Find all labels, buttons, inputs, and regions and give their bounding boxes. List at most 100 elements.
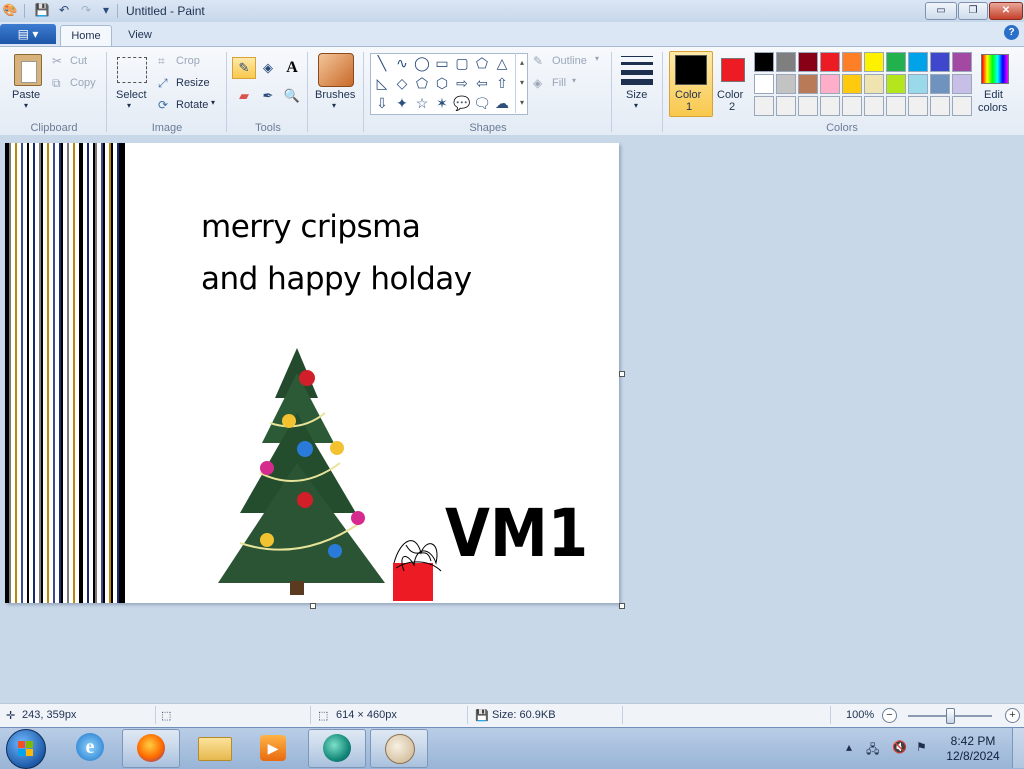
taskbar-clock[interactable]: 8:42 PM 12/8/2024 [938,734,1008,764]
taskbar-file-explorer[interactable] [186,729,242,766]
shape-option[interactable]: ✦ [392,94,412,113]
resize-handle-bottom[interactable] [310,603,316,609]
zoom-in-button[interactable]: + [1005,708,1020,723]
shape-option[interactable]: ⬠ [472,54,492,73]
outline-dropdown-icon[interactable]: ▾ [595,54,599,63]
pencil-icon[interactable]: ✎ [232,57,256,79]
palette-swatch[interactable] [952,52,972,72]
text-icon[interactable]: A [280,57,304,79]
shape-option[interactable]: 💬 [452,94,472,113]
select-icon[interactable] [117,57,147,83]
palette-swatch[interactable] [886,96,906,116]
palette-swatch[interactable] [864,74,884,94]
taskbar-app[interactable] [308,729,366,768]
edit-colors-label-2[interactable]: colors [978,102,1007,114]
select-button[interactable]: Select [116,89,147,101]
palette-swatch[interactable] [798,74,818,94]
palette-swatch[interactable] [754,96,774,116]
palette-swatch[interactable] [754,74,774,94]
shape-option[interactable]: △ [492,54,512,73]
shape-option[interactable]: ⇧ [492,74,512,93]
undo-icon[interactable]: ↶ [56,3,72,18]
brushes-icon[interactable] [318,53,354,87]
palette-swatch[interactable] [908,52,928,72]
palette-swatch[interactable] [754,52,774,72]
palette-swatch[interactable] [908,96,928,116]
color2-button[interactable] [721,58,745,82]
palette-swatch[interactable] [842,52,862,72]
zoom-out-button[interactable]: − [882,708,897,723]
copy-button[interactable]: Copy [70,77,96,89]
resize-button[interactable]: Resize [176,77,210,89]
resize-handle-corner[interactable] [619,603,625,609]
palette-swatch[interactable] [952,74,972,94]
paste-icon[interactable] [14,54,42,86]
rotate-dropdown-icon[interactable]: ▾ [211,98,215,107]
palette-swatch[interactable] [798,52,818,72]
shape-option[interactable]: ⇦ [472,74,492,93]
zoom-slider-thumb[interactable] [945,708,955,724]
palette-swatch[interactable] [842,74,862,94]
minimize-button[interactable]: ▭ [925,2,957,20]
shape-option[interactable]: ◯ [412,54,432,73]
select-dropdown-icon[interactable]: ▾ [127,101,131,110]
brushes-dropdown-icon[interactable]: ▾ [332,101,336,110]
shape-option[interactable]: ☆ [412,94,432,113]
shape-option[interactable]: ⇨ [452,74,472,93]
shape-option[interactable]: ◇ [392,74,412,93]
palette-swatch[interactable] [776,74,796,94]
palette-swatch[interactable] [886,52,906,72]
paste-button[interactable]: Paste [12,89,40,101]
palette-swatch[interactable] [820,52,840,72]
color-picker-icon[interactable]: ✒ [256,85,280,107]
shape-option[interactable]: ◺ [372,74,392,93]
fill-dropdown-icon[interactable]: ▾ [572,76,576,85]
close-button[interactable]: ✕ [989,2,1023,20]
palette-swatch[interactable] [864,52,884,72]
taskbar-internet-explorer[interactable]: e [62,729,118,766]
fill-icon[interactable]: ◈ [256,57,280,79]
palette-swatch[interactable] [820,96,840,116]
taskbar-paint[interactable] [370,729,428,768]
shape-option[interactable]: ▭ [432,54,452,73]
customize-qat-icon[interactable]: ▾ [98,3,114,18]
palette-swatch[interactable] [908,74,928,94]
fill-button[interactable]: Fill [552,77,566,89]
crop-button[interactable]: Crop [176,55,200,67]
cut-button[interactable]: Cut [70,55,87,67]
shape-option[interactable]: ⬠ [412,74,432,93]
redo-icon[interactable]: ↷ [78,3,94,18]
shape-option[interactable]: ∿ [392,54,412,73]
palette-swatch[interactable] [886,74,906,94]
maximize-button[interactable]: ❐ [958,2,988,20]
edit-colors-icon[interactable] [981,54,1009,84]
taskbar-firefox[interactable] [122,729,180,768]
tab-home[interactable]: Home [60,25,112,47]
taskbar-media-player[interactable]: ▶ [246,729,302,766]
paint-app-icon[interactable]: 🎨 [2,3,18,18]
network-icon[interactable]: 🖧 [866,740,879,761]
palette-swatch[interactable] [952,96,972,116]
resize-handle-right[interactable] [619,371,625,377]
shape-option[interactable]: ☁ [492,94,512,113]
palette-swatch[interactable] [930,74,950,94]
edit-colors-label[interactable]: Edit [984,89,1003,101]
shape-option[interactable]: ✶ [432,94,452,113]
show-desktop-button[interactable] [1012,728,1024,768]
shape-option[interactable]: ╲ [372,54,392,73]
eraser-icon[interactable]: ▰ [232,85,256,107]
size-button[interactable]: Size [626,89,647,101]
shape-option[interactable]: ▢ [452,54,472,73]
shape-option[interactable]: ⇩ [372,94,392,113]
shape-option[interactable]: 🗨 [472,94,492,113]
save-icon[interactable]: 💾 [34,3,50,18]
tab-view[interactable]: View [118,25,162,46]
palette-swatch[interactable] [820,74,840,94]
palette-swatch[interactable] [776,96,796,116]
volume-muted-icon[interactable]: 🔇 [892,740,907,754]
palette-swatch[interactable] [930,52,950,72]
brushes-button[interactable]: Brushes [315,89,355,101]
palette-swatch[interactable] [864,96,884,116]
palette-swatch[interactable] [798,96,818,116]
outline-button[interactable]: Outline [552,55,587,67]
